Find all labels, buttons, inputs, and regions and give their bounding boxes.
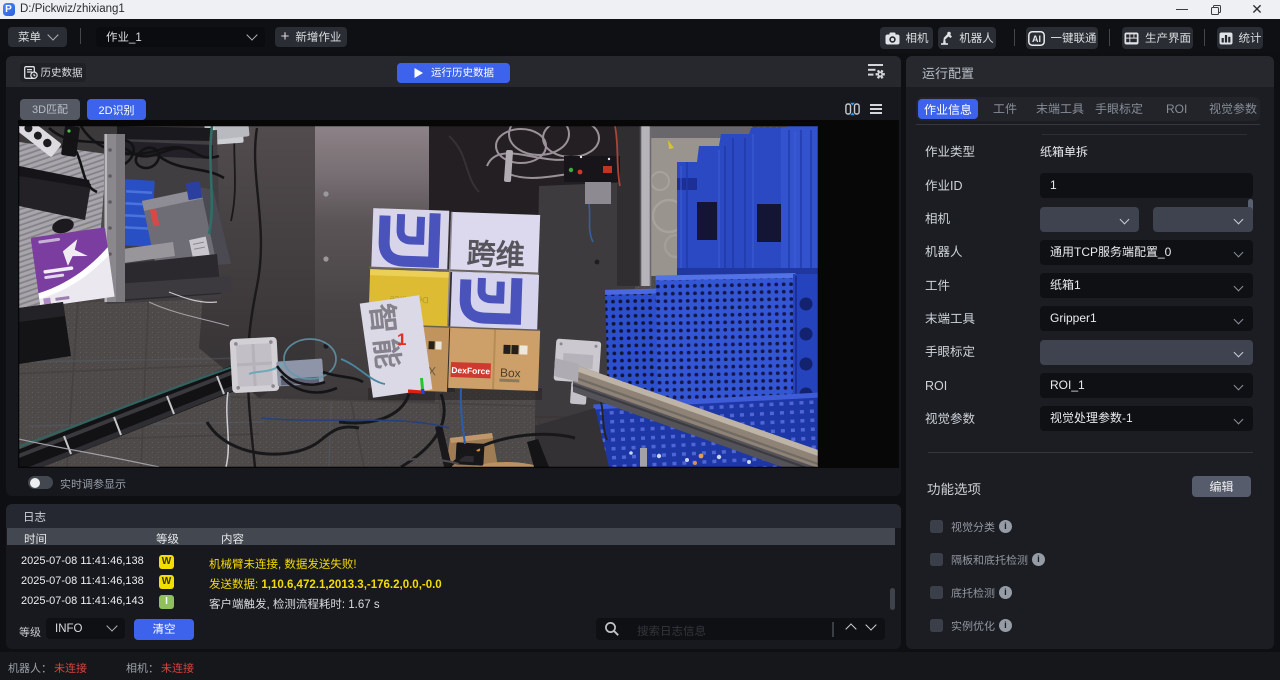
svg-text:DexForce: DexForce xyxy=(451,365,490,376)
svg-text:1: 1 xyxy=(397,330,406,349)
svg-text:AI: AI xyxy=(1032,34,1041,44)
svg-text:Box: Box xyxy=(500,366,521,381)
svg-text:跨维: 跨维 xyxy=(466,230,525,274)
